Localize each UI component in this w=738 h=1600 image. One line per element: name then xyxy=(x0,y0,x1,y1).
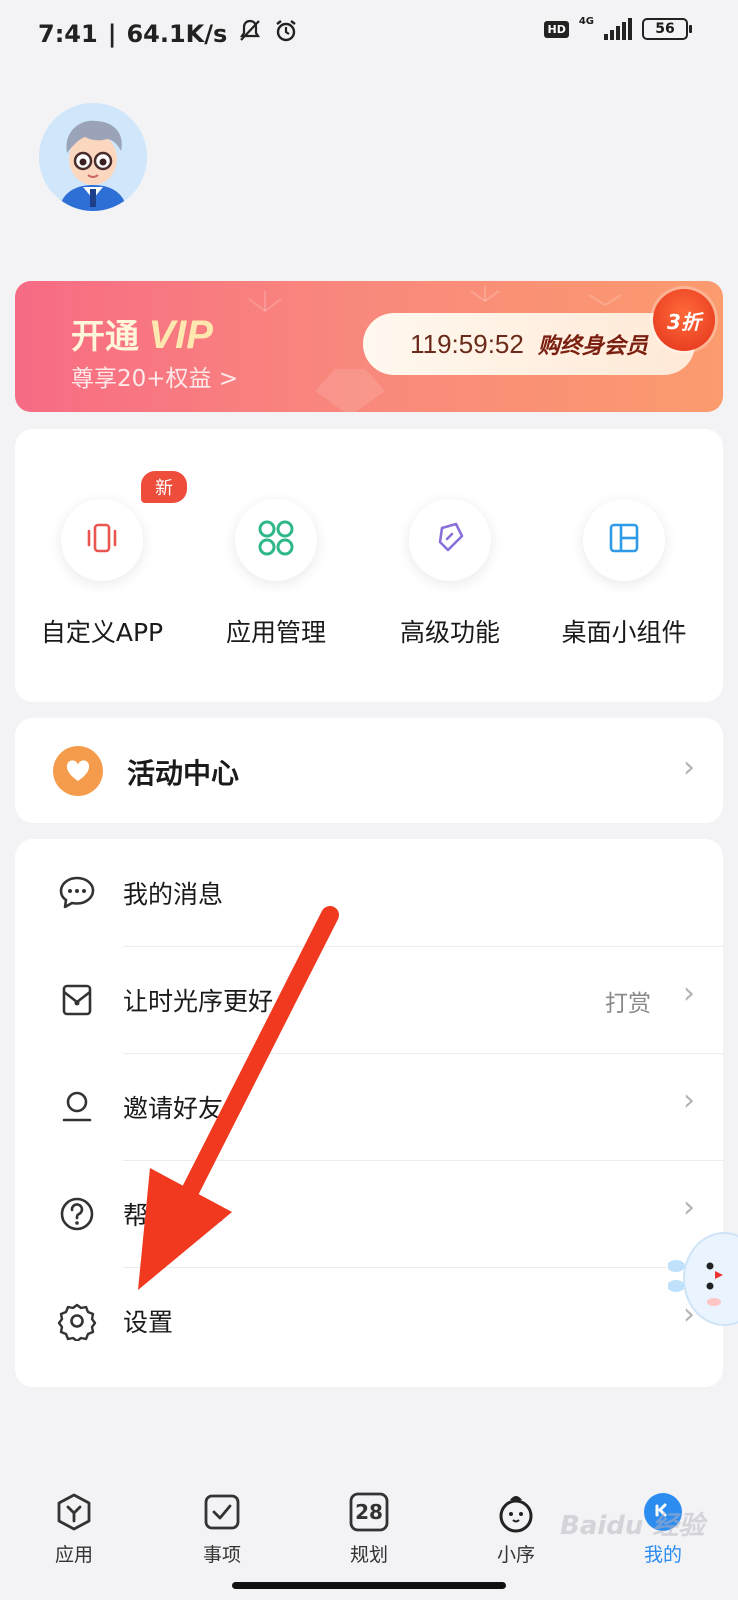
avatar-illustration xyxy=(39,103,147,211)
chevron-right-icon: › xyxy=(683,1083,695,1118)
tab-apps[interactable]: 应用 xyxy=(14,1490,134,1567)
menu-list: 我的消息 让时光序更好 打赏 › 邀请好友 › 帮助中心 › 设置 › xyxy=(15,839,723,1387)
countdown-timer: 119:59:52 xyxy=(410,328,524,359)
vip-title: 开通 VIP xyxy=(71,313,213,357)
menu-item-help-center[interactable]: 帮助中心 › xyxy=(15,1160,723,1268)
chevron-right-icon: › xyxy=(683,750,695,785)
menu-item-my-messages[interactable]: 我的消息 xyxy=(15,839,723,947)
tab-label: 规划 xyxy=(349,1544,388,1566)
tip-label: 打赏 xyxy=(605,991,651,1017)
check-square-icon xyxy=(200,1490,244,1534)
gift-envelope-icon xyxy=(55,978,99,1022)
menu-item-settings[interactable]: 设置 › xyxy=(15,1267,723,1375)
discount-badge: 3折 xyxy=(653,289,715,351)
menu-item-invite-friends[interactable]: 邀请好友 › xyxy=(15,1053,723,1161)
new-badge: 新 xyxy=(141,471,187,503)
status-bar: 7:41 | 64.1K/s HD 4G 56 xyxy=(0,0,738,64)
vip-subtitle[interactable]: 尊享20+权益 > xyxy=(71,359,238,393)
shortcut-desktop-widget[interactable]: 桌面小组件 xyxy=(537,499,711,649)
avatar[interactable] xyxy=(39,103,147,211)
offer-label: 购终身会员 xyxy=(537,334,648,359)
vip-banner[interactable]: 开通 VIP 尊享20+权益 > 119:59:52 购终身会员 3折 xyxy=(15,281,723,412)
activity-center-label: 活动中心 xyxy=(127,757,240,790)
tab-label: 事项 xyxy=(202,1544,241,1566)
signal-icon xyxy=(604,18,632,40)
shortcut-label: 高级功能 xyxy=(399,618,500,647)
heart-icon xyxy=(53,746,103,796)
person-icon xyxy=(55,1085,99,1129)
menu-item-label: 让时光序更好 xyxy=(123,987,274,1016)
mute-icon xyxy=(237,18,263,50)
activity-center-row[interactable]: 活动中心 › xyxy=(15,718,723,823)
tab-label: 应用 xyxy=(54,1544,93,1566)
menu-item-label: 设置 xyxy=(123,1308,174,1337)
tab-xiaoxu[interactable]: 小序 xyxy=(456,1490,576,1567)
status-time: 7:41 xyxy=(38,20,98,48)
shortcuts-card: 自定义APP 新 应用管理 高级功能 桌面小组件 xyxy=(15,429,723,702)
mascot-face-icon xyxy=(494,1490,538,1534)
gear-icon xyxy=(55,1299,99,1343)
menu-item-label: 帮助中心 xyxy=(123,1201,224,1230)
tab-label: 小序 xyxy=(496,1544,535,1566)
watermark: Baidu 经验 xyxy=(560,1511,705,1541)
tab-tasks[interactable]: 事项 xyxy=(162,1490,282,1567)
menu-item-label: 我的消息 xyxy=(123,880,224,909)
battery-indicator: 56 xyxy=(642,18,692,40)
grid-circles-icon xyxy=(255,517,297,563)
tab-planning[interactable]: 28 规划 xyxy=(309,1490,429,1567)
shortcut-label: 自定义APP xyxy=(40,618,164,647)
question-circle-icon xyxy=(55,1192,99,1236)
shortcut-app-management[interactable]: 应用管理 xyxy=(189,499,363,649)
shortcut-custom-app[interactable]: 自定义APP xyxy=(15,499,189,649)
network-speed: 64.1K/s xyxy=(126,20,228,48)
menu-item-make-better[interactable]: 让时光序更好 打赏 › xyxy=(15,946,723,1054)
chat-bubble-icon xyxy=(55,871,99,915)
network-type: 4G xyxy=(578,15,594,27)
lifetime-member-button[interactable]: 119:59:52 购终身会员 xyxy=(363,313,695,375)
pen-nib-icon xyxy=(430,518,470,562)
shortcut-label: 桌面小组件 xyxy=(561,618,687,647)
widget-layout-icon xyxy=(604,518,644,562)
chevron-right-icon: › xyxy=(683,976,695,1011)
mascot-icon xyxy=(667,1232,738,1326)
shortcut-label: 应用管理 xyxy=(225,618,326,647)
floating-mascot[interactable] xyxy=(667,1224,738,1334)
tab-label: 我的 xyxy=(643,1544,682,1566)
chevron-right-icon: › xyxy=(683,1190,695,1225)
hd-badge: HD xyxy=(544,20,569,38)
phone-vibrate-icon xyxy=(82,518,122,562)
menu-item-label: 邀请好友 xyxy=(123,1094,224,1123)
apps-hex-icon xyxy=(52,1490,96,1534)
shortcut-advanced-features[interactable]: 高级功能 xyxy=(363,499,537,649)
alarm-icon xyxy=(273,18,299,50)
home-indicator[interactable] xyxy=(232,1582,506,1589)
calendar-icon: 28 xyxy=(347,1490,391,1534)
